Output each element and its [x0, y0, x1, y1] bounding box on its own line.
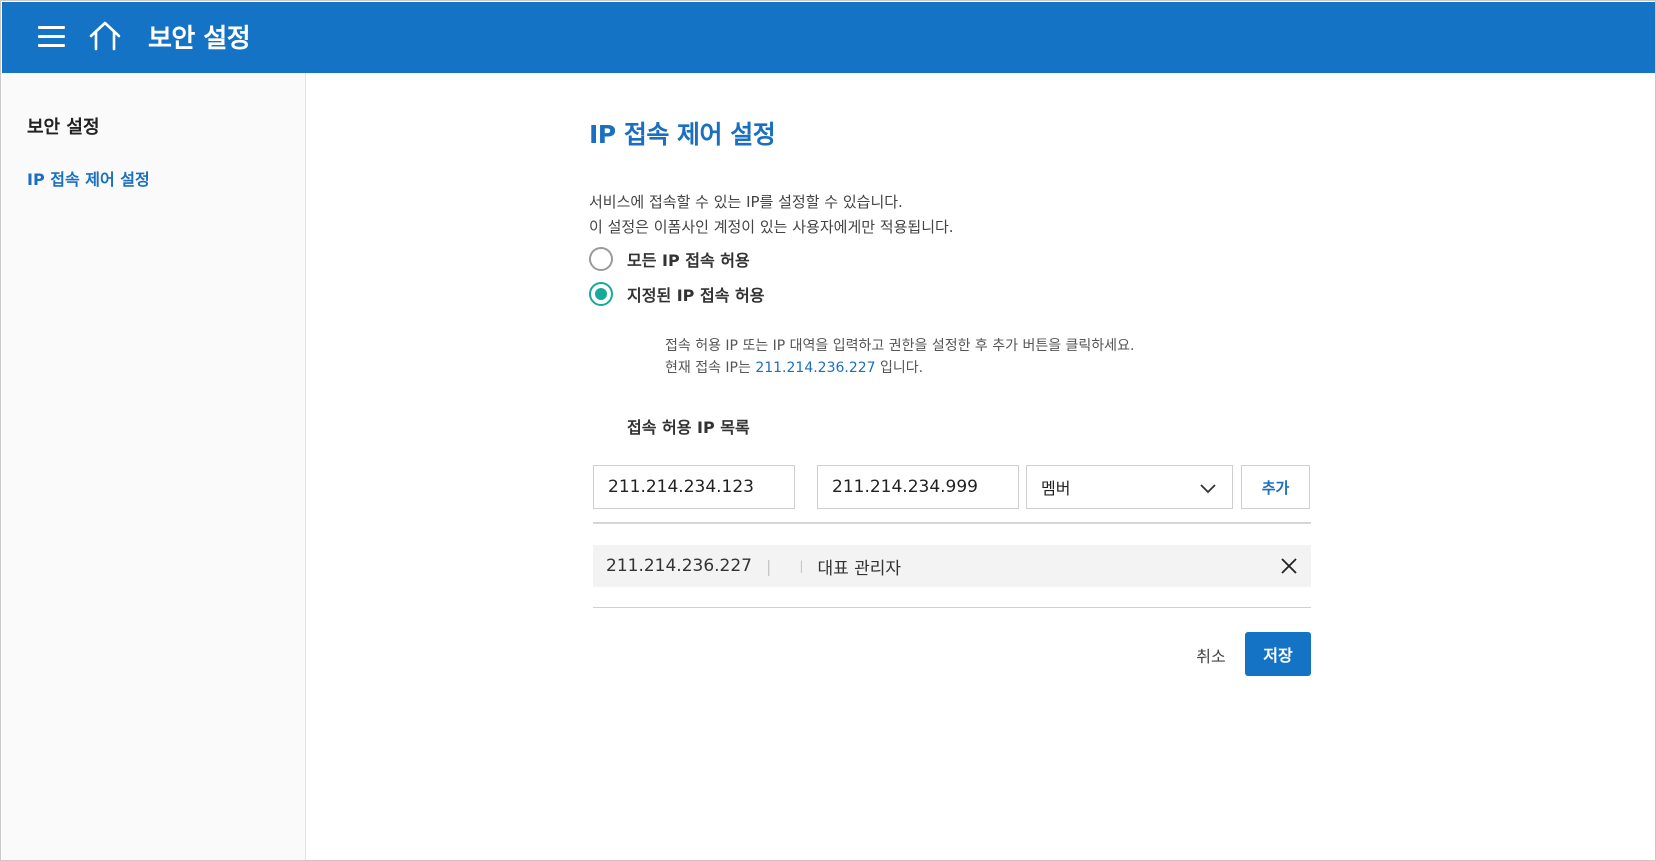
save-button[interactable]: 저장 — [1245, 632, 1311, 676]
chevron-down-icon — [1198, 478, 1218, 498]
entry-separator: | — [766, 556, 772, 576]
ip-list-title: 접속 허용 IP 목록 — [627, 418, 750, 437]
hint-line: 접속 허용 IP 또는 IP 대역을 입력하고 권한을 설정한 후 추가 버튼을… — [665, 338, 1135, 354]
description: 서비스에 접속할 수 있는 IP를 설정할 수 있습니다. 이 설정은 이폼사인… — [589, 190, 954, 240]
ip-start-input[interactable]: 211.214.234.123 — [593, 465, 795, 509]
ip-list-item: 211.214.236.227 | | 대표 관리자 — [593, 545, 1311, 587]
radio-checked[interactable] — [589, 282, 613, 306]
cancel-button[interactable]: 취소 — [1181, 634, 1241, 676]
header-bar: 보안 설정 — [2, 2, 1655, 73]
ip-end-value: 211.214.234.999 — [832, 477, 979, 497]
close-icon[interactable] — [1279, 556, 1299, 576]
hint-text: 접속 허용 IP 또는 IP 대역을 입력하고 권한을 설정한 후 추가 버튼을… — [665, 335, 1134, 379]
option-allow-all-ip[interactable]: 모든 IP 접속 허용 — [589, 247, 750, 271]
option-label: 지정된 IP 접속 허용 — [627, 286, 765, 305]
sidebar-heading: 보안 설정 — [27, 117, 100, 138]
ip-start-value: 211.214.234.123 — [608, 477, 755, 497]
add-button[interactable]: 추가 — [1241, 465, 1310, 509]
description-line: 이 설정은 이폼사인 계정이 있는 사용자에게만 적용됩니다. — [589, 218, 954, 236]
description-line: 서비스에 접속할 수 있는 IP를 설정할 수 있습니다. — [589, 193, 903, 211]
option-label: 모든 IP 접속 허용 — [627, 251, 750, 270]
hint-prefix: 현재 접속 IP는 — [665, 360, 756, 376]
ip-end-input[interactable]: 211.214.234.999 — [817, 465, 1019, 509]
main-content: IP 접속 제어 설정 서비스에 접속할 수 있는 IP를 설정할 수 있습니다… — [589, 73, 1389, 853]
hint-line: 현재 접속 IP는 211.214.236.227 입니다. — [665, 357, 1134, 379]
hint-suffix: 입니다. — [875, 360, 924, 376]
list-bottom-divider — [593, 607, 1311, 608]
app-window: 보안 설정 보안 설정 IP 접속 제어 설정 IP 접속 제어 설정 서비스에… — [0, 0, 1656, 861]
list-top-divider — [593, 522, 1311, 524]
entry-ip: 211.214.236.227 — [606, 556, 753, 576]
entry-role: 대표 관리자 — [817, 558, 902, 579]
role-select[interactable]: 멤버 — [1026, 465, 1233, 509]
hamburger-menu-icon[interactable] — [38, 24, 66, 48]
role-select-value: 멤버 — [1041, 479, 1071, 498]
entry-separator: | — [799, 559, 804, 573]
sidebar-item-ip-access-control[interactable]: IP 접속 제어 설정 — [27, 166, 150, 190]
sidebar: 보안 설정 IP 접속 제어 설정 — [2, 73, 306, 860]
page-header-title: 보안 설정 — [148, 24, 251, 54]
current-ip: 211.214.236.227 — [755, 360, 876, 376]
radio-unchecked[interactable] — [589, 247, 613, 271]
home-icon[interactable] — [88, 20, 122, 52]
page-title: IP 접속 제어 설정 — [589, 120, 776, 149]
option-allow-specified-ip[interactable]: 지정된 IP 접속 허용 — [589, 282, 764, 306]
